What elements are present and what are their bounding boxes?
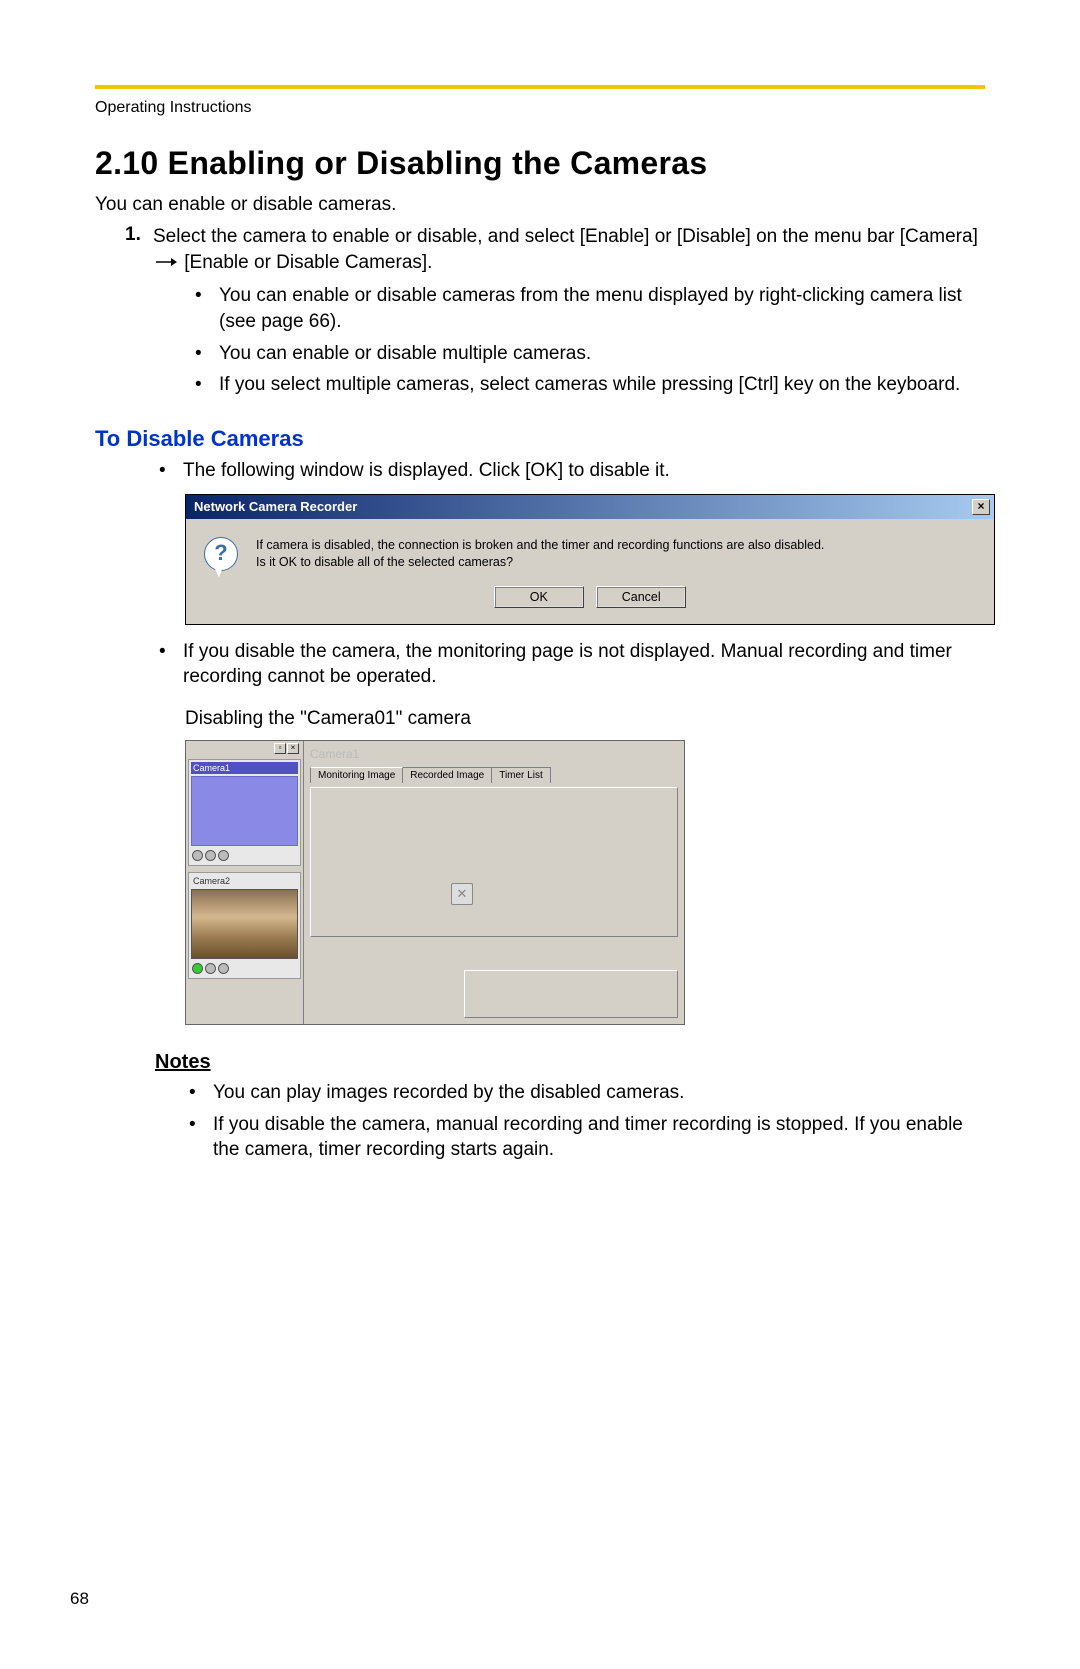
header-accent-bar [95, 85, 985, 89]
bullet-marker: • [191, 341, 219, 367]
note-1: You can play images recorded by the disa… [213, 1080, 985, 1106]
status-dot-icon [192, 850, 203, 861]
bullet-marker: • [191, 372, 219, 398]
camera-list-sidebar: ▫ × Camera1 Camera2 [186, 741, 304, 1024]
note-2: If you disable the camera, manual record… [213, 1112, 985, 1163]
bullet-marker: • [191, 283, 219, 334]
lower-panel [464, 970, 678, 1018]
confirmation-dialog: Network Camera Recorder × ? If camera is… [185, 494, 995, 625]
dialog-message: If camera is disabled, the connection is… [256, 537, 824, 572]
app-screenshot: ▫ × Camera1 Camera2 Camera1 Monitoring I [185, 740, 685, 1025]
arrow-icon [155, 250, 177, 276]
section-title: 2.10 Enabling or Disabling the Cameras [95, 145, 985, 182]
disable-bullet-post: If you disable the camera, the monitorin… [183, 639, 985, 690]
inner-bullet-2: You can enable or disable multiple camer… [219, 341, 985, 367]
question-icon: ? [204, 537, 238, 571]
sidebar-close-icon[interactable]: × [287, 743, 299, 754]
no-image-icon: ✕ [451, 883, 473, 905]
camera-tile-2[interactable]: Camera2 [188, 872, 301, 979]
inner-bullet-1: You can enable or disable cameras from t… [219, 283, 985, 334]
status-dot-icon [205, 963, 216, 974]
step-text-part-a: Select the camera to enable or disable, … [153, 226, 978, 247]
bullet-marker: • [185, 1112, 213, 1163]
camera-thumbnail-live [191, 889, 298, 959]
disabled-camera-label: Camera1 [310, 747, 678, 761]
notes-heading: Notes [155, 1051, 985, 1074]
dialog-titlebar: Network Camera Recorder × [186, 495, 994, 519]
bullet-marker: • [155, 458, 183, 484]
status-dot-icon [192, 963, 203, 974]
step-text-part-b: [Enable or Disable Cameras]. [184, 252, 432, 273]
ok-button[interactable]: OK [494, 586, 584, 608]
figure-caption: Disabling the "Camera01" camera [185, 708, 985, 730]
content-area: ✕ [310, 787, 678, 937]
camera-tile-1[interactable]: Camera1 [188, 759, 301, 866]
page-number: 68 [70, 1589, 89, 1609]
bullet-marker: • [155, 639, 183, 690]
dialog-title: Network Camera Recorder [194, 499, 357, 514]
tab-timer-list[interactable]: Timer List [491, 767, 551, 783]
bullet-marker: • [185, 1080, 213, 1106]
cancel-button[interactable]: Cancel [596, 586, 686, 608]
camera-name-label: Camera1 [191, 762, 298, 774]
tab-recorded-image[interactable]: Recorded Image [402, 767, 492, 783]
status-dot-icon [205, 850, 216, 861]
camera-thumbnail-disabled [191, 776, 298, 846]
disable-bullet-pre: The following window is displayed. Click… [183, 458, 985, 484]
sidebar-button-icon[interactable]: ▫ [274, 743, 286, 754]
camera-name-label: Camera2 [191, 875, 298, 887]
running-header: Operating Instructions [95, 99, 985, 117]
dialog-line-2: Is it OK to disable all of the selected … [256, 554, 824, 572]
tab-monitoring-image[interactable]: Monitoring Image [310, 767, 403, 783]
step-number: 1. [125, 224, 153, 404]
status-dot-icon [218, 850, 229, 861]
step-content: Select the camera to enable or disable, … [153, 224, 985, 404]
intro-text: You can enable or disable cameras. [95, 194, 985, 216]
dialog-line-1: If camera is disabled, the connection is… [256, 537, 824, 555]
inner-bullet-3: If you select multiple cameras, select c… [219, 372, 985, 398]
close-icon[interactable]: × [972, 499, 990, 515]
main-panel: Camera1 Monitoring Image Recorded Image … [304, 741, 684, 1024]
status-dot-icon [218, 963, 229, 974]
subsection-heading: To Disable Cameras [95, 426, 985, 452]
